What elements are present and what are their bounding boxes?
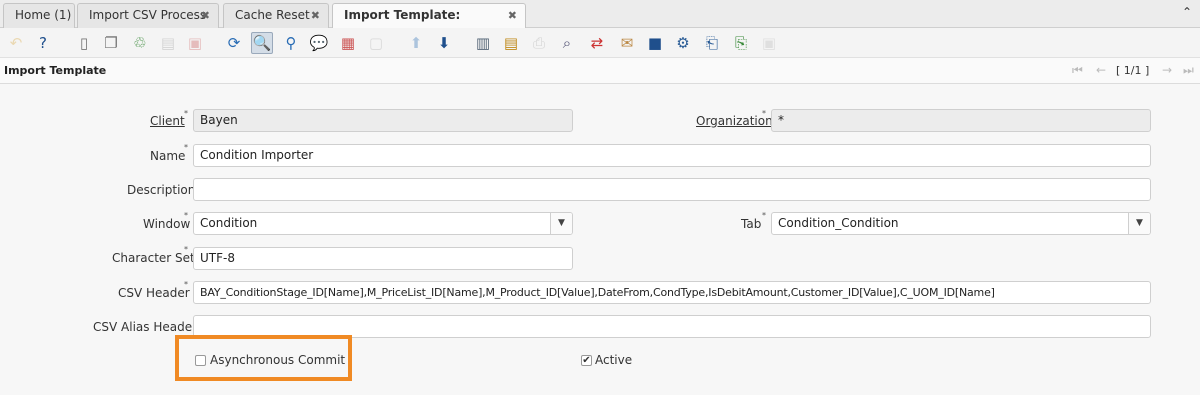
required-marker: * <box>184 245 188 254</box>
import-icon[interactable]: ⎘ <box>730 32 752 54</box>
archive-icon[interactable]: ✉ <box>616 32 638 54</box>
refresh-icon[interactable]: ⟳ <box>223 32 245 54</box>
multi-select-icon[interactable]: ▢ <box>365 32 387 54</box>
name-field[interactable]: Condition Importer <box>193 144 1151 167</box>
next-record-icon[interactable]: ⬇ <box>433 32 455 54</box>
lock-icon[interactable]: ▣ <box>758 32 780 54</box>
tab-label: Import CSV Process <box>89 8 207 22</box>
csv-header-field[interactable]: BAY_ConditionStage_ID[Name],M_PriceList_… <box>193 281 1151 304</box>
new-record-icon[interactable]: ▯ <box>73 32 95 54</box>
client-field[interactable]: Bayen <box>193 109 573 132</box>
tab-cache-reset[interactable]: Cache Reset ✖ <box>223 3 329 28</box>
next-record-icon[interactable]: → <box>1162 63 1172 77</box>
export-icon[interactable]: ⎗ <box>701 32 723 54</box>
required-marker: * <box>184 280 188 289</box>
required-marker: * <box>184 143 188 152</box>
save-icon[interactable]: ▤ <box>157 32 179 54</box>
description-label: Description <box>127 183 196 197</box>
organization-field[interactable]: * <box>771 109 1151 132</box>
collapse-icon[interactable]: ⌃ <box>1182 5 1192 19</box>
tab-import-template[interactable]: Import Template: Condition ... ✖ <box>332 3 526 45</box>
last-record-icon[interactable]: ⏭ <box>1183 63 1194 78</box>
copy-record-icon[interactable]: ❐ <box>100 32 122 54</box>
required-marker: * <box>184 211 188 220</box>
zoom-across-icon[interactable]: ⌕ <box>556 32 578 54</box>
client-label: Client <box>150 114 185 128</box>
chevron-down-icon[interactable]: ▼ <box>550 213 572 234</box>
first-record-icon[interactable]: ⏮ <box>1072 63 1083 78</box>
character-set-field[interactable]: UTF-8 <box>193 247 573 270</box>
previous-record-icon[interactable]: ← <box>1096 63 1106 77</box>
tab-import-csv-process[interactable]: Import CSV Process ✖ <box>77 3 219 28</box>
tab-select-value: Condition_Condition <box>778 216 899 230</box>
chat-icon[interactable]: 💬 <box>308 32 330 54</box>
close-icon[interactable]: ✖ <box>508 4 517 27</box>
active-checkbox[interactable]: ✔ <box>581 355 592 366</box>
report-icon[interactable]: ▤ <box>500 32 522 54</box>
required-marker: * <box>184 109 188 118</box>
csv-alias-header-label: CSV Alias Header <box>93 320 198 334</box>
description-field[interactable] <box>193 178 1151 201</box>
process-icon[interactable]: ⚙ <box>672 32 694 54</box>
checkmark-icon: ✔ <box>582 355 591 366</box>
csv-header-label: CSV Header <box>118 286 190 300</box>
close-icon[interactable]: ✖ <box>201 4 210 27</box>
window-title-bar: Import Template ⏮ ← [ 1/1 ] → ⏭ <box>0 58 1200 84</box>
window-select[interactable]: Condition ▼ <box>193 212 573 235</box>
highlight-box <box>175 335 352 381</box>
required-marker: * <box>762 109 766 118</box>
product-info-icon[interactable]: ■ <box>644 32 666 54</box>
save-new-icon[interactable]: ▣ <box>184 32 206 54</box>
find-icon[interactable]: 🔍 <box>251 32 273 54</box>
required-marker: * <box>762 211 766 220</box>
undo-icon[interactable]: ↶ <box>5 32 27 54</box>
print-icon[interactable]: ⎙ <box>528 32 550 54</box>
window-select-value: Condition <box>200 216 258 230</box>
close-icon[interactable]: ✖ <box>311 4 320 27</box>
detail-record-icon[interactable]: ▥ <box>472 32 494 54</box>
tab-label: Home (1) <box>15 8 72 22</box>
previous-record-icon[interactable]: ⬆ <box>405 32 427 54</box>
character-set-label: Character Set <box>112 251 195 265</box>
name-label: Name <box>150 149 186 163</box>
help-icon[interactable]: ? <box>32 32 54 54</box>
tab-label: Cache Reset <box>235 8 310 22</box>
active-label: Active <box>595 353 633 367</box>
attachment-icon[interactable]: ⚲ <box>280 32 302 54</box>
window-title: Import Template <box>4 64 107 77</box>
toolbar: ↶? ▯ ❐ ♲ ▤ ▣ ⟳ 🔍 ⚲ 💬 ▦ ▢ ⬆ ⬇ ▥ ▤ ⎙ ⌕ ⇄ ✉ ■ ⚙ ⎗ ⎘ ▣ <box>0 28 1200 58</box>
chevron-down-icon[interactable]: ▼ <box>1128 213 1150 234</box>
workflow-icon[interactable]: ⇄ <box>586 32 608 54</box>
tab-home[interactable]: Home (1) <box>3 3 75 28</box>
tab-label: Tab <box>741 217 762 231</box>
window-tab-bar: Home (1) Import CSV Process ✖ Cache Rese… <box>0 0 1200 45</box>
record-position: [ 1/1 ] <box>1116 64 1150 77</box>
tab-select[interactable]: Condition_Condition ▼ <box>771 212 1151 235</box>
delete-record-icon[interactable]: ♲ <box>129 32 151 54</box>
grid-toggle-icon[interactable]: ▦ <box>337 32 359 54</box>
